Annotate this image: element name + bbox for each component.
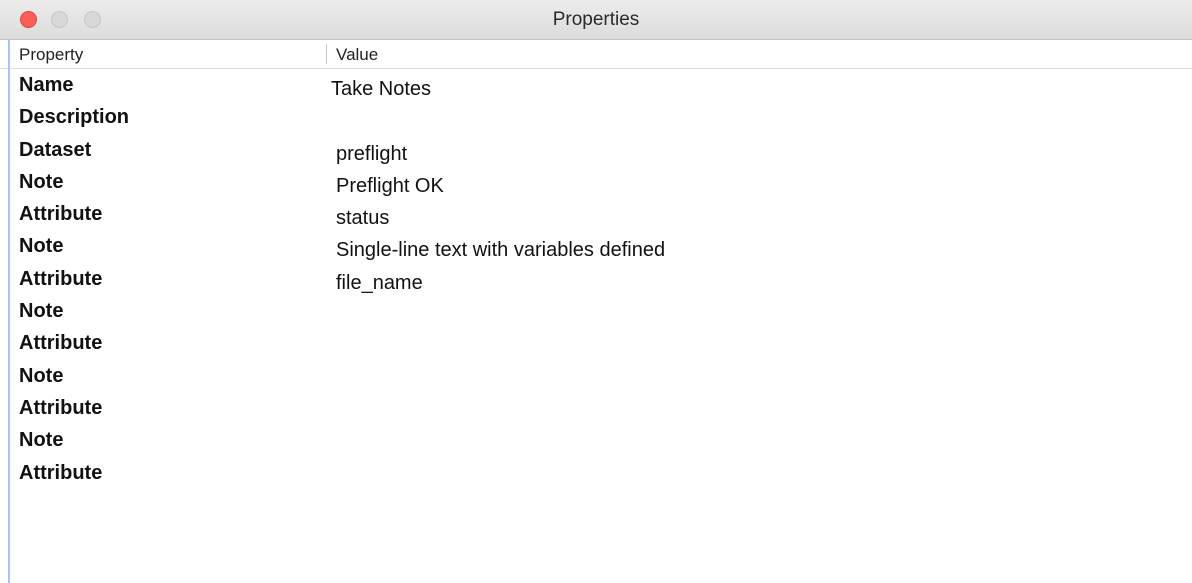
- table-row[interactable]: Attribute: [0, 460, 1192, 492]
- table-row[interactable]: Note: [0, 363, 1192, 395]
- property-name: Attribute: [19, 267, 103, 290]
- property-value[interactable]: Preflight OK: [336, 175, 444, 198]
- table-row[interactable]: Name Take Notes: [0, 72, 1192, 104]
- property-name: Attribute: [19, 332, 103, 355]
- properties-window: Properties Property Value Name Take Note…: [0, 0, 1192, 583]
- property-value[interactable]: Take Notes: [331, 78, 431, 101]
- property-name: Note: [19, 170, 64, 193]
- property-name: Note: [19, 300, 64, 323]
- table-row[interactable]: Attribute: [0, 395, 1192, 427]
- table-header: Property Value: [0, 40, 1192, 69]
- column-header-value[interactable]: Value: [336, 40, 378, 68]
- table-row[interactable]: Note Preflight OK: [0, 169, 1192, 201]
- table-row[interactable]: Dataset preflight: [0, 137, 1192, 169]
- column-resize-handle[interactable]: [326, 44, 327, 64]
- property-name: Name: [19, 74, 74, 96]
- table-row[interactable]: Attribute: [0, 330, 1192, 362]
- table-row[interactable]: Note: [0, 427, 1192, 459]
- table-row[interactable]: Attribute file_name: [0, 266, 1192, 298]
- table-row[interactable]: Description: [0, 104, 1192, 136]
- property-value[interactable]: file_name: [336, 272, 423, 295]
- property-name: Description: [19, 106, 130, 129]
- property-name: Attribute: [19, 396, 103, 419]
- property-name: Note: [19, 364, 64, 387]
- property-value[interactable]: preflight: [336, 143, 407, 166]
- property-value[interactable]: Single-line text with variables defined: [336, 239, 665, 262]
- table-row[interactable]: Attribute status: [0, 201, 1192, 233]
- table-row[interactable]: Note: [0, 298, 1192, 330]
- property-name: Dataset: [19, 138, 92, 161]
- property-name: Attribute: [19, 461, 103, 484]
- property-name: Note: [19, 429, 64, 452]
- property-table-body: Name Take Notes Description Dataset pref…: [0, 72, 1192, 492]
- table-row[interactable]: Note Single-line text with variables def…: [0, 233, 1192, 265]
- title-bar[interactable]: Properties: [0, 0, 1192, 40]
- column-header-property[interactable]: Property: [19, 40, 83, 68]
- property-name: Attribute: [19, 203, 103, 226]
- property-name: Note: [19, 235, 64, 258]
- window-title: Properties: [552, 9, 640, 30]
- property-value[interactable]: status: [336, 207, 389, 230]
